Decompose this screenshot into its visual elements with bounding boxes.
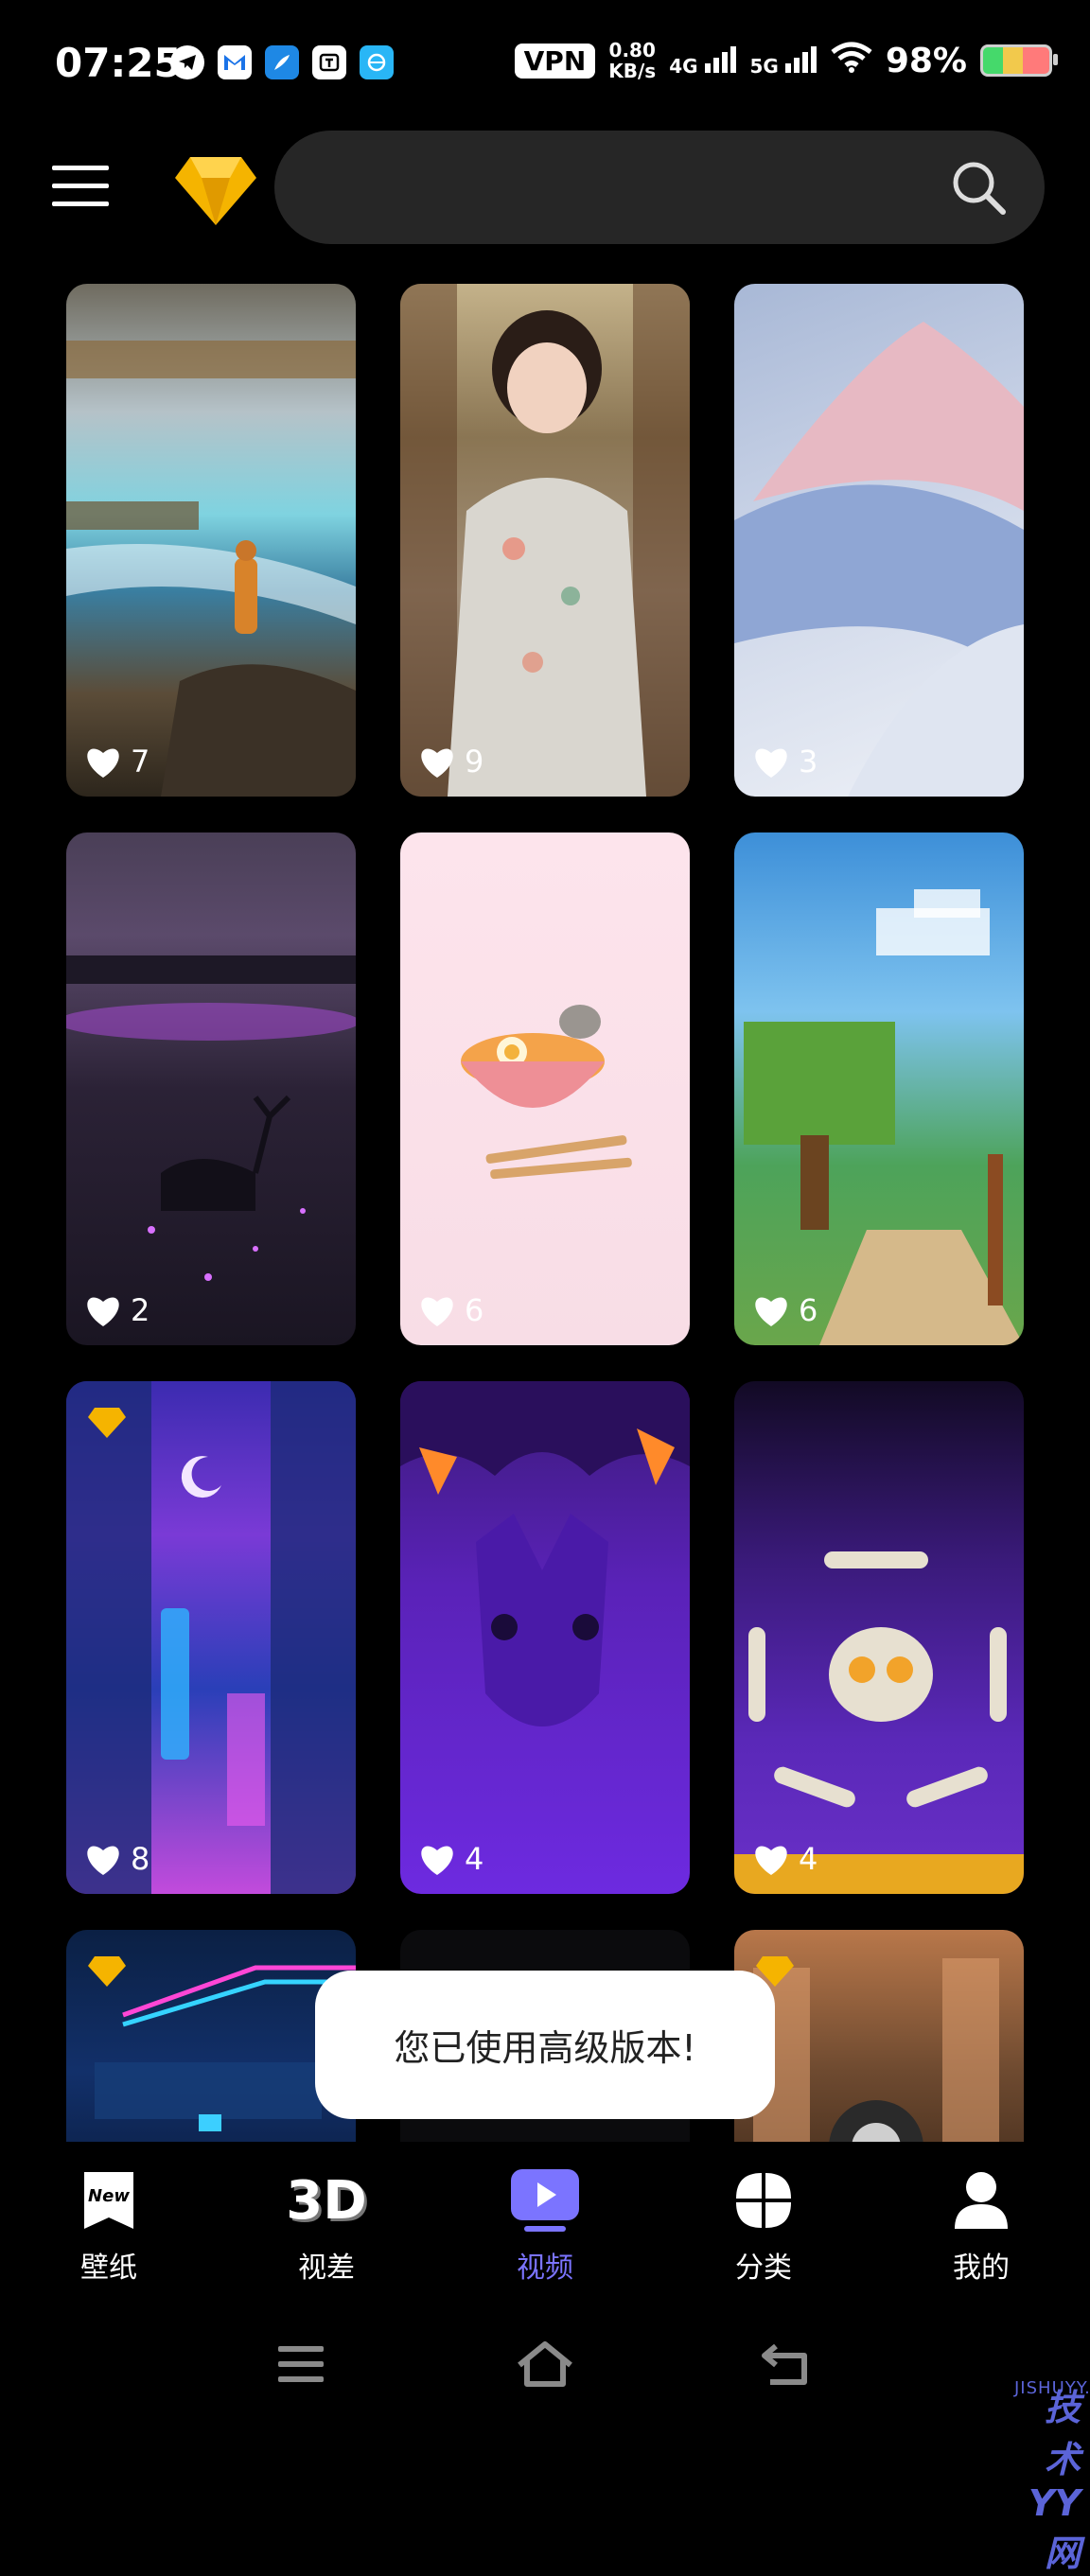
heart-icon[interactable]	[83, 1841, 123, 1877]
ramen-illustration	[461, 1005, 632, 1180]
heart-icon[interactable]	[417, 1841, 457, 1877]
like-count: 4	[417, 1841, 483, 1877]
nav-wallpaper[interactable]: New 壁纸	[33, 2142, 185, 2293]
taobao-icon	[312, 45, 346, 79]
nav-parallax[interactable]: 3D 视差	[251, 2142, 402, 2293]
heart-icon[interactable]	[83, 744, 123, 780]
feather-app-icon	[265, 45, 299, 79]
bat-illustration	[400, 1381, 690, 1726]
battery-icon	[980, 44, 1058, 77]
recent-apps-icon[interactable]	[272, 2339, 339, 2390]
wallpaper-card-pixel-park[interactable]: 6	[734, 832, 1024, 1345]
battery-percent: 98%	[885, 41, 967, 80]
heart-icon[interactable]	[417, 744, 457, 780]
waterfall-illustration	[66, 341, 356, 797]
vip-diamond-button[interactable]	[173, 153, 258, 229]
nav-profile[interactable]: 我的	[905, 2142, 1057, 2293]
diamond-icon	[175, 157, 256, 225]
wallpaper-grid: 7 9 3 2 6 6 8 4 4	[66, 284, 1024, 2142]
heart-icon[interactable]	[751, 744, 791, 780]
like-count: 9	[417, 744, 483, 780]
3d-icon: 3D	[286, 2169, 367, 2232]
wallpaper-card-deer[interactable]: 2	[66, 832, 356, 1345]
notification-icons	[170, 45, 394, 79]
search-bar[interactable]	[274, 131, 1045, 244]
skull-illustration	[734, 1551, 1024, 1894]
wallpaper-card-machinery[interactable]	[734, 1930, 1024, 2142]
system-indicators: VPN 0.80 KB/s 4G 5G 98%	[514, 39, 1058, 82]
wallpaper-card-circuit[interactable]	[66, 1930, 356, 2142]
heart-icon[interactable]	[751, 1841, 791, 1877]
gmail-icon	[218, 45, 252, 79]
clock: 07:25	[55, 40, 182, 86]
like-count: 3	[751, 744, 818, 780]
search-icon[interactable]	[948, 157, 1009, 218]
search-input[interactable]	[312, 159, 922, 218]
nav-category[interactable]: 分类	[688, 2142, 839, 2293]
play-icon	[507, 2163, 583, 2238]
like-count: 2	[83, 1292, 149, 1328]
heart-icon[interactable]	[751, 1292, 791, 1328]
nav-video[interactable]: 视频	[469, 2142, 621, 2293]
wave-illustration	[734, 322, 1024, 797]
nav-label: 分类	[735, 2252, 792, 2285]
girl-illustration	[400, 284, 690, 797]
nav-label: 我的	[953, 2252, 1010, 2285]
home-icon[interactable]	[512, 2339, 578, 2390]
network-speed: 0.80 KB/s	[608, 39, 657, 82]
pixel-park-illustration	[744, 889, 1024, 1345]
deer-illustration	[66, 955, 356, 1281]
person-icon	[943, 2163, 1019, 2238]
watermark-logo: 技术YY网 JISHUYY.COM	[1014, 2378, 1090, 2574]
like-count: 6	[751, 1292, 818, 1328]
nav-label: 壁纸	[80, 2252, 137, 2285]
toast-message: 您已使用高级版本!	[315, 1971, 775, 2119]
heart-icon[interactable]	[83, 1292, 123, 1328]
like-count: 6	[417, 1292, 483, 1328]
menu-button[interactable]	[52, 166, 109, 207]
signal-5g-icon: 5G	[750, 44, 818, 78]
nav-label: 视频	[517, 2252, 573, 2285]
grid-icon	[726, 2163, 801, 2238]
vpn-badge: VPN	[514, 43, 596, 79]
premium-diamond-icon	[88, 1408, 126, 1438]
svg-text:New: New	[88, 2186, 130, 2206]
wallpaper-card-waterfall[interactable]: 7	[66, 284, 356, 797]
hamburger-icon	[52, 166, 109, 170]
browser-icon	[360, 45, 394, 79]
status-bar: 07:25 VPN 0.80 KB/s 4G 5G 98%	[0, 0, 1090, 128]
wallpaper-card-neon-city[interactable]: 8	[66, 1381, 356, 1894]
wallpaper-card-abstract-wave[interactable]: 3	[734, 284, 1024, 797]
wifi-icon	[831, 41, 872, 81]
system-navigation: 技术YY网 JISHUYY.COM	[0, 2299, 1090, 2574]
nav-label: 视差	[298, 2252, 355, 2285]
premium-diamond-icon	[88, 1956, 126, 1987]
like-count: 7	[83, 744, 149, 780]
wallpaper-card-purple-bat[interactable]: 4	[400, 1381, 690, 1894]
neon-city-illustration	[66, 1381, 356, 1894]
heart-icon[interactable]	[417, 1292, 457, 1328]
wallpaper-card-ramen-cat[interactable]: 6	[400, 832, 690, 1345]
like-count: 8	[83, 1841, 149, 1877]
telegram-icon	[170, 45, 204, 79]
back-icon[interactable]	[757, 2339, 823, 2390]
signal-4g-icon: 4G	[669, 44, 736, 78]
new-badge-icon: New	[71, 2163, 147, 2238]
wallpaper-card-qipao-girl[interactable]: 9	[400, 284, 690, 797]
like-count: 4	[751, 1841, 818, 1877]
bottom-nav: New 壁纸 3D 视差 视频 分类 我的	[0, 2142, 1090, 2299]
wallpaper-card-skull-bones[interactable]: 4	[734, 1381, 1024, 1894]
